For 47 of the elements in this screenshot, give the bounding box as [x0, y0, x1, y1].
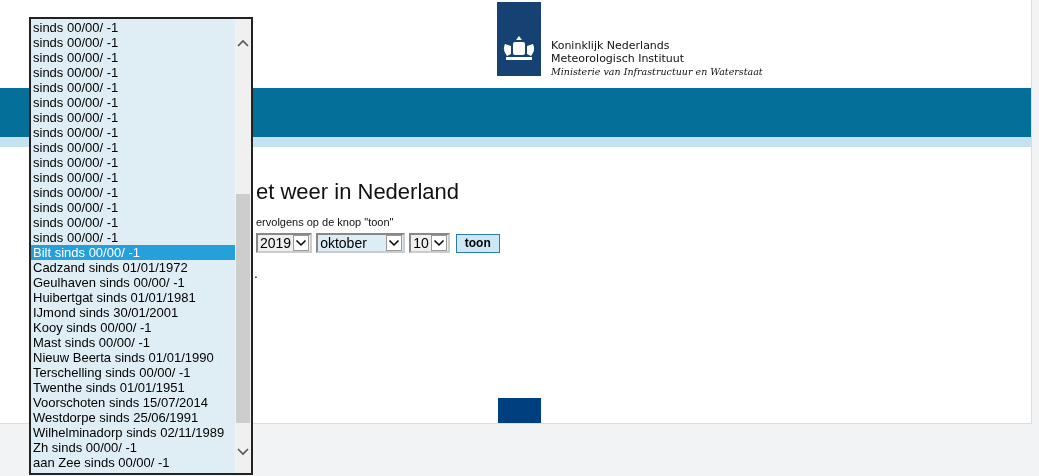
- station-option[interactable]: sinds 00/00/ -1: [31, 125, 235, 140]
- note-text: .: [254, 265, 259, 281]
- station-option[interactable]: Wilhelminadorp sinds 02/11/1989: [31, 425, 235, 440]
- caret-icon: [293, 235, 310, 251]
- station-option[interactable]: sinds 00/00/ -1: [31, 155, 235, 170]
- scrollbar-thumb[interactable]: [236, 194, 250, 423]
- caret-icon: [386, 235, 403, 251]
- scroll-down-icon[interactable]: [237, 448, 249, 456]
- station-option[interactable]: sinds 00/00/ -1: [31, 170, 235, 185]
- station-option[interactable]: Twenthe sinds 01/01/1951: [31, 380, 235, 395]
- station-option[interactable]: sinds 00/00/ -1: [31, 95, 235, 110]
- scroll-up-icon[interactable]: [237, 39, 249, 47]
- station-option[interactable]: Westdorpe sinds 25/06/1991: [31, 410, 235, 425]
- station-option[interactable]: Geulhaven sinds 00/00/ -1: [31, 275, 235, 290]
- station-option[interactable]: sinds 00/00/ -1: [31, 230, 235, 245]
- page-heading: et weer in Nederland: [256, 178, 460, 206]
- station-option[interactable]: Terschelling sinds 00/00/ -1: [31, 365, 235, 380]
- station-option[interactable]: sinds 00/00/ -1: [31, 65, 235, 80]
- instruction-text: ervolgens op de knop "toon": [256, 216, 395, 228]
- station-option[interactable]: sinds 00/00/ -1: [31, 20, 235, 35]
- station-option[interactable]: Cadzand sinds 01/01/1972: [31, 260, 235, 275]
- ministry-name: Ministerie van Infrastructuur en Waterstaat: [551, 65, 763, 78]
- date-select[interactable]: 2019: [256, 233, 313, 253]
- station-option[interactable]: sinds 00/00/ -1: [31, 50, 235, 65]
- date-select[interactable]: 10: [409, 233, 450, 253]
- station-option[interactable]: sinds 00/00/ -1: [31, 80, 235, 95]
- date-select[interactable]: oktober: [316, 233, 406, 253]
- show-button[interactable]: toon: [455, 233, 500, 253]
- institute-name: Meteorologisch Instituut: [551, 52, 686, 65]
- caret-icon: [430, 235, 447, 251]
- station-option[interactable]: sinds 00/00/ -1: [31, 185, 235, 200]
- station-option[interactable]: sinds 00/00/ -1: [31, 35, 235, 50]
- station-option[interactable]: Zh sinds 00/00/ -1: [31, 440, 235, 455]
- station-option[interactable]: Nieuw Beerta sinds 01/01/1990: [31, 350, 235, 365]
- station-option[interactable]: sinds 00/00/ -1: [31, 110, 235, 125]
- station-option[interactable]: Voorschoten sinds 15/07/2014: [31, 395, 235, 410]
- institute-name: Koninklijk Nederlands: [551, 39, 671, 52]
- station-option[interactable]: IJmond sinds 30/01/2001: [31, 305, 235, 320]
- scrollbar[interactable]: [235, 19, 251, 473]
- footer-block: [498, 398, 541, 423]
- station-option[interactable]: sinds 00/00/ -1: [31, 215, 235, 230]
- station-option[interactable]: sinds 00/00/ -1: [31, 140, 235, 155]
- station-option[interactable]: Huibertgat sinds 01/01/1981: [31, 290, 235, 305]
- station-option[interactable]: aan Zee sinds 00/00/ -1: [31, 455, 235, 470]
- station-option[interactable]: Kooy sinds 00/00/ -1: [31, 320, 235, 335]
- station-option[interactable]: sinds 00/00/ -1: [31, 200, 235, 215]
- station-option[interactable]: Mast sinds 00/00/ -1: [31, 335, 235, 350]
